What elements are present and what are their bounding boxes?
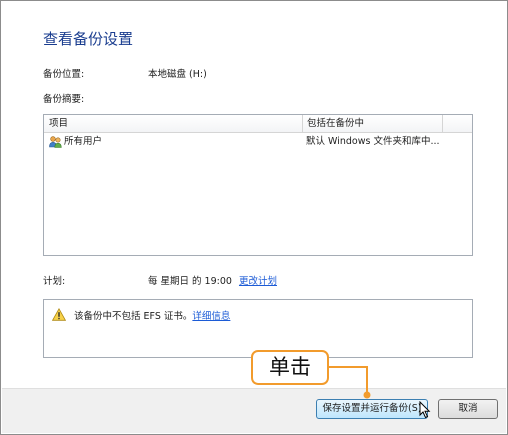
list-item[interactable]: 所有用户 默认 Windows 文件夹和库中... (44, 134, 472, 150)
users-icon (49, 136, 62, 148)
backup-settings-dialog: 查看备份设置 备份位置: 本地磁盘 (H:) 备份摘要: 项目 包括在备份中 所… (0, 0, 508, 435)
schedule-label: 计划: (43, 276, 66, 287)
warning-line: 该备份中不包括 EFS 证书。详细信息 (74, 308, 230, 322)
warning-text: 该备份中不包括 EFS 证书。 (74, 311, 193, 322)
backup-summary-list[interactable]: 项目 包括在备份中 所有用户 默认 Windows 文件夹和库中... (43, 114, 473, 256)
annotation-callout: 单击 (251, 350, 329, 385)
save-and-run-backup-button[interactable]: 保存设置并运行备份(S) (316, 399, 428, 419)
backup-summary-label: 备份摘要: (43, 94, 85, 105)
schedule-value: 每 星期日 的 19:00 (148, 276, 232, 287)
list-item-included: 默认 Windows 文件夹和库中... (306, 136, 440, 147)
list-header: 项目 包括在备份中 (44, 115, 472, 133)
mouse-pointer-icon (419, 401, 431, 419)
backup-location-value: 本地磁盘 (H:) (148, 69, 207, 80)
backup-location-label: 备份位置: (43, 69, 85, 80)
change-schedule-link[interactable]: 更改计划 (239, 276, 277, 287)
list-item-name: 所有用户 (64, 136, 103, 147)
warning-icon (52, 308, 66, 321)
page-title: 查看备份设置 (43, 30, 134, 48)
details-link[interactable]: 详细信息 (192, 311, 230, 322)
column-header-included[interactable]: 包括在备份中 (302, 115, 442, 132)
column-header-item[interactable]: 项目 (44, 115, 302, 132)
cancel-button[interactable]: 取消 (438, 399, 498, 419)
schedule-line: 每 星期日 的 19:00 更改计划 (148, 273, 277, 287)
